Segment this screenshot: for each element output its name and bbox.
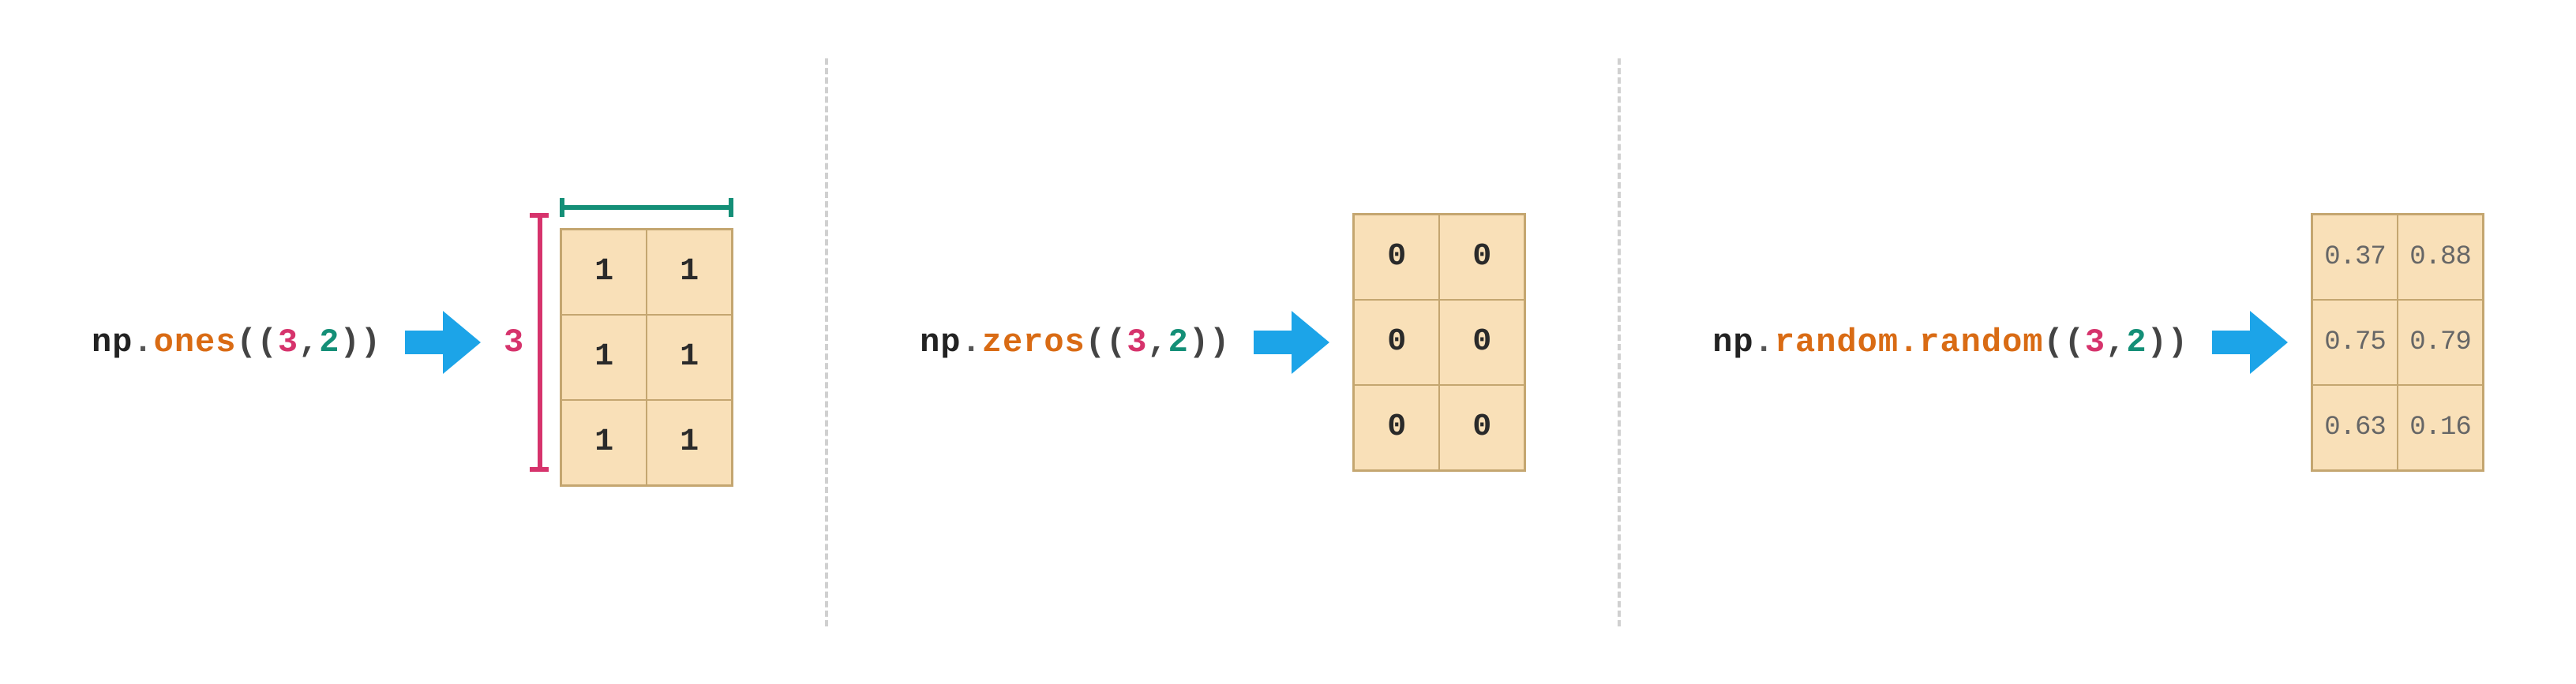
- code-paren-open: ((: [1086, 323, 1127, 361]
- code-module: np: [920, 323, 961, 361]
- panel-ones: np.ones((3,2)) 3 1 1 1 1 1: [60, 198, 765, 487]
- cell: 1: [647, 400, 732, 485]
- code-module: np: [1712, 323, 1753, 361]
- cell: 1: [647, 230, 732, 315]
- arrow-icon: [2212, 311, 2287, 374]
- code-arg1: 3: [1127, 323, 1147, 361]
- col-bracket-icon: [560, 198, 733, 217]
- code-dot: .: [962, 323, 982, 361]
- code-fn: random.random: [1775, 323, 2044, 361]
- cell: 0: [1354, 385, 1439, 470]
- code-comma: ,: [2105, 323, 2126, 361]
- cell: 0.79: [2398, 300, 2483, 385]
- code-paren-open: ((: [2044, 323, 2085, 361]
- code-dot: .: [133, 323, 153, 361]
- panel-random: np.random.random((3,2)) 0.37 0.88 0.75 0…: [1681, 213, 2516, 472]
- cell: 0: [1439, 385, 1524, 470]
- matrix-ones: 1 1 1 1 1 1: [560, 228, 733, 487]
- code-arg2: 2: [1168, 323, 1189, 361]
- code-comma: ,: [1147, 323, 1168, 361]
- cell: 1: [647, 315, 732, 400]
- cell: 0.16: [2398, 385, 2483, 470]
- diagram-container: np.ones((3,2)) 3 1 1 1 1 1: [0, 0, 2576, 684]
- cell: 0: [1354, 215, 1439, 300]
- matrix-random: 0.37 0.88 0.75 0.79 0.63 0.16: [2311, 213, 2484, 472]
- code-dot: .: [1754, 323, 1775, 361]
- code-zeros: np.zeros((3,2)): [920, 323, 1230, 361]
- matrix-zeros: 0 0 0 0 0 0: [1352, 213, 1526, 472]
- divider: [825, 58, 828, 626]
- row-dimension-label: 3: [504, 213, 549, 472]
- matrix-ones-wrap: 3 1 1 1 1 1 1: [504, 198, 733, 487]
- code-random: np.random.random((3,2)): [1712, 323, 2188, 361]
- row-bracket-icon: [530, 213, 549, 472]
- arrow-icon: [1254, 311, 1329, 374]
- cell: 1: [561, 230, 647, 315]
- code-comma: ,: [298, 323, 319, 361]
- cell: 1: [561, 400, 647, 485]
- code-ones: np.ones((3,2)): [92, 323, 381, 361]
- divider: [1618, 58, 1621, 626]
- code-paren-open: ((: [236, 323, 277, 361]
- cell: 0: [1439, 215, 1524, 300]
- arrow-icon: [405, 311, 480, 374]
- code-arg1: 3: [278, 323, 298, 361]
- code-module: np: [92, 323, 133, 361]
- code-paren-close: )): [1189, 323, 1230, 361]
- cell: 0: [1439, 300, 1524, 385]
- dim-rows-value: 3: [504, 323, 523, 361]
- code-arg2: 2: [319, 323, 339, 361]
- cell: 1: [561, 315, 647, 400]
- code-arg1: 3: [2085, 323, 2105, 361]
- panel-zeros: np.zeros((3,2)) 0 0 0 0 0 0: [888, 213, 1558, 472]
- cell: 0.75: [2312, 300, 2398, 385]
- code-fn: ones: [154, 323, 237, 361]
- cell: 0: [1354, 300, 1439, 385]
- cell: 0.63: [2312, 385, 2398, 470]
- cell: 0.88: [2398, 215, 2483, 300]
- matrix-column-group: 1 1 1 1 1 1: [560, 198, 733, 487]
- code-paren-close: )): [340, 323, 381, 361]
- cell: 0.37: [2312, 215, 2398, 300]
- code-arg2: 2: [2126, 323, 2147, 361]
- code-fn: zeros: [982, 323, 1086, 361]
- code-paren-close: )): [2147, 323, 2188, 361]
